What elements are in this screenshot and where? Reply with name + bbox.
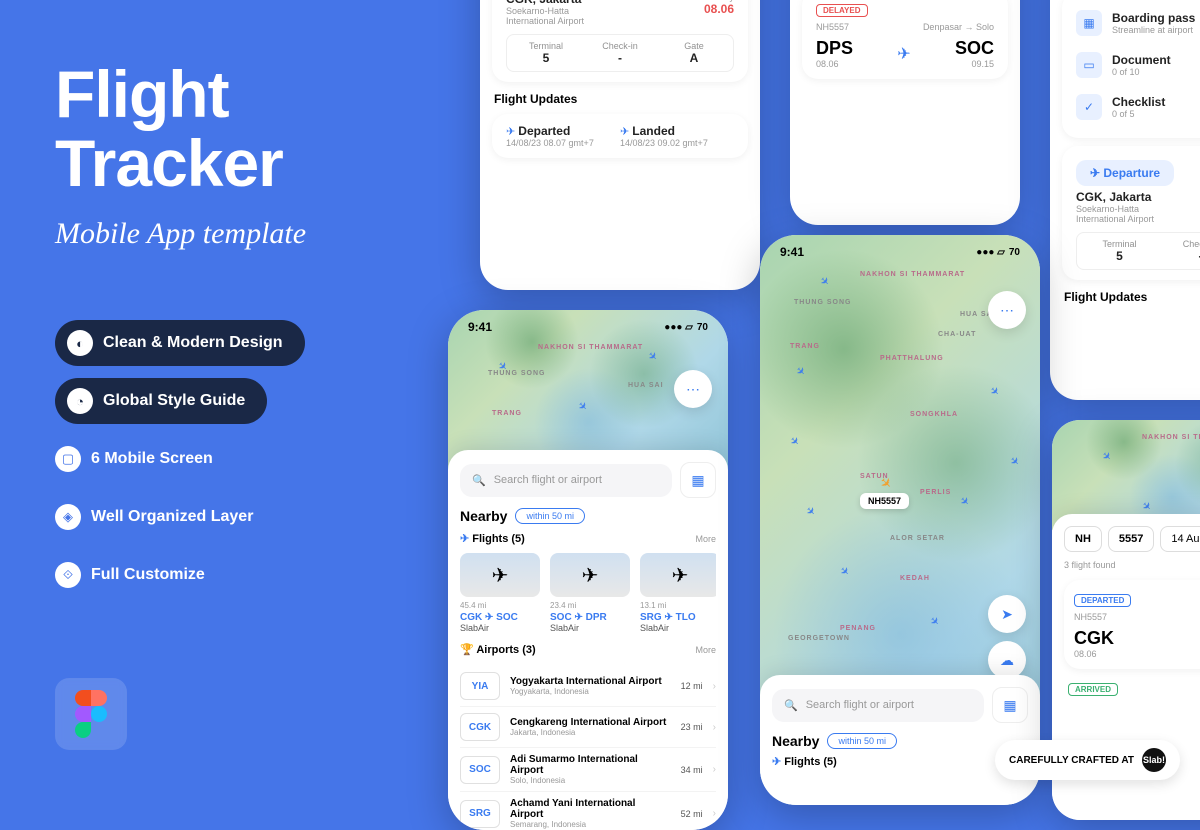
phone-flight-list: NH5557Yogyakarta → Jakarta YIA08.06 ✈ CG… bbox=[790, 0, 1020, 225]
document-icon: ▭ bbox=[1076, 52, 1102, 78]
results-count: 3 flight found bbox=[1064, 560, 1200, 570]
feature-layers: ◈Well Organized Layer bbox=[55, 494, 275, 540]
figma-logo bbox=[55, 678, 127, 750]
more-link[interactable]: More bbox=[695, 534, 716, 544]
hero-subtitle: Mobile App template bbox=[55, 217, 306, 251]
arrived-badge: ARRIVED bbox=[1068, 683, 1118, 696]
airport-row[interactable]: CGKCengkareng International AirportJakar… bbox=[460, 707, 716, 748]
layers-icon: ◈ bbox=[55, 504, 81, 530]
document-item[interactable]: ▭Document0 of 10 bbox=[1076, 44, 1200, 86]
flight-chip[interactable]: NH5557 bbox=[860, 493, 909, 509]
flightnum-input[interactable]: 5557 bbox=[1108, 526, 1154, 552]
carrier-input[interactable]: NH bbox=[1064, 526, 1102, 552]
updates-title: Flight Updates bbox=[494, 92, 746, 106]
airport-row[interactable]: SRGAchamd Yani International AirportSema… bbox=[460, 792, 716, 830]
takeoff-icon: ✈ bbox=[506, 126, 515, 138]
feature-screens: ▢6 Mobile Screen bbox=[55, 436, 235, 482]
feature-customize: ⟐Full Customize bbox=[55, 552, 227, 598]
depart-time: 08.06 bbox=[693, 2, 734, 16]
phone-icon: ▢ bbox=[55, 446, 81, 472]
more-link[interactable]: More bbox=[695, 645, 716, 655]
qr-button[interactable]: ▦ bbox=[992, 687, 1028, 723]
phone-map-full: 9:41●●● ▱ 70 NAKHON SI THAMMARAT Thung S… bbox=[760, 235, 1040, 805]
locate-fab[interactable]: ➤ bbox=[988, 595, 1026, 633]
feature-list: ◐Clean & Modern Design ◔Global Style Gui… bbox=[55, 320, 305, 610]
status-time: 9:41 bbox=[468, 320, 492, 334]
menu-fab[interactable]: ⋯ bbox=[674, 370, 712, 408]
weather-fab[interactable]: ☁ bbox=[988, 641, 1026, 679]
phone-flight-detail: ✈ Departure ✈ Arrival CGK, Jakarta Soeka… bbox=[480, 0, 760, 290]
phone-nearby-list: 9:41●●● ▱ 70 NAKHON SI THAMMARAT Thung S… bbox=[448, 310, 728, 830]
palette-icon: ◔ bbox=[67, 388, 93, 414]
status-icons: ●●● ▱ 70 bbox=[664, 322, 708, 333]
flight-card[interactable]: ✈13.1 miSRG ✈ TLOSlabAir bbox=[640, 553, 716, 633]
airport-name: Soekarno-Hatta International Airport bbox=[506, 6, 584, 26]
flights-carousel[interactable]: ✈45.4 miCGK ✈ SOCSlabAir ✈23.4 miSOC ✈ D… bbox=[460, 553, 716, 633]
airport-row[interactable]: YIAYogyakarta International AirportYogya… bbox=[460, 666, 716, 707]
flight-card[interactable]: ✈45.4 miCGK ✈ SOCSlabAir bbox=[460, 553, 540, 633]
search-input[interactable]: 🔍 Search flight or airport bbox=[772, 689, 984, 722]
delayed-badge: DELAYED bbox=[816, 4, 868, 17]
hero-title: FlightTracker bbox=[55, 60, 306, 199]
feature-style-guide: ◔Global Style Guide bbox=[55, 378, 267, 424]
check-icon: ✓ bbox=[1076, 94, 1102, 120]
date-input[interactable]: 14 August 2 bbox=[1160, 526, 1200, 552]
slab-logo: Slab! bbox=[1142, 748, 1166, 772]
search-input[interactable]: 🔍 Search flight or airport bbox=[460, 464, 672, 497]
boarding-pass-item[interactable]: ▦Boarding passStreamline at airport bbox=[1076, 2, 1200, 44]
contrast-icon: ◐ bbox=[67, 330, 93, 356]
flight-card[interactable]: ✈23.4 miSOC ✈ DPRSlabAir bbox=[550, 553, 630, 633]
tab-departure[interactable]: ✈ Departure bbox=[1076, 160, 1174, 186]
landing-icon: ✈ bbox=[620, 126, 629, 138]
hero: FlightTracker Mobile App template bbox=[55, 60, 306, 251]
departed-badge: DEPARTED bbox=[1074, 594, 1131, 607]
qr-button[interactable]: ▦ bbox=[680, 462, 716, 498]
crafted-badge: CAREFULLY CRAFTED AT Slab! bbox=[995, 740, 1180, 780]
airport-row[interactable]: SOCAdi Sumarmo International AirportSolo… bbox=[460, 748, 716, 792]
phone-trip-checklist: Flight time 1h 6m ▦Boarding passStreamli… bbox=[1050, 0, 1200, 400]
qr-icon: ▦ bbox=[1076, 10, 1102, 36]
feature-clean-design: ◐Clean & Modern Design bbox=[55, 320, 305, 366]
menu-fab[interactable]: ⋯ bbox=[988, 291, 1026, 329]
checklist-item[interactable]: ✓Checklist0 of 5 bbox=[1076, 86, 1200, 128]
crop-icon: ⟐ bbox=[55, 562, 81, 588]
